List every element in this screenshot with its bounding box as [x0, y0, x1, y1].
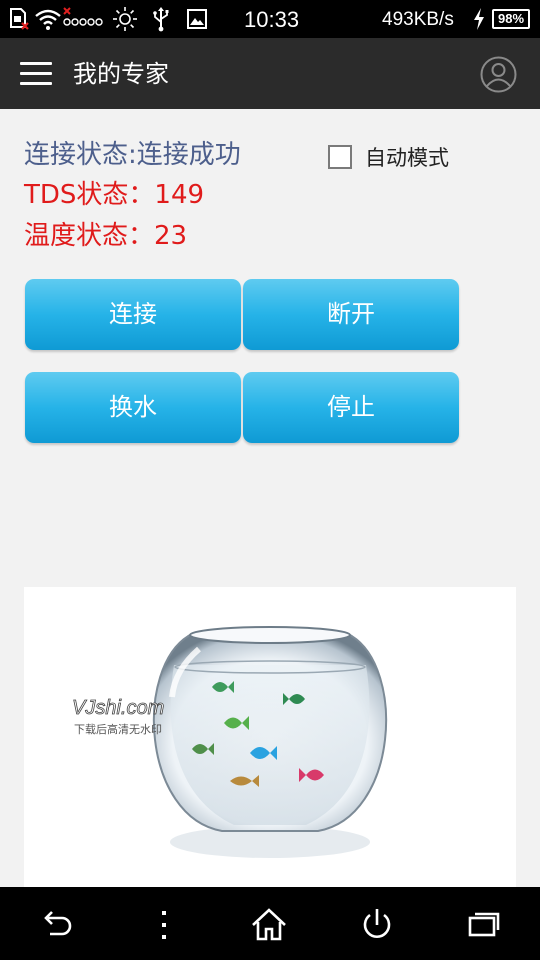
temperature-status: 温度状态：23 — [24, 221, 188, 251]
power-icon[interactable] — [357, 905, 397, 945]
connection-status: 连接状态:连接成功 — [24, 140, 241, 170]
home-icon[interactable] — [249, 905, 289, 945]
stop-button[interactable]: 停止 — [243, 372, 459, 443]
user-profile-icon[interactable] — [480, 56, 517, 93]
signal-none-icon — [62, 6, 106, 32]
menu-dots-icon[interactable] — [144, 905, 184, 945]
brightness-icon — [112, 6, 138, 32]
watermark-brand: VJshi.com — [72, 697, 164, 719]
charging-icon — [472, 6, 486, 32]
auto-mode-label: 自动模式 — [365, 146, 449, 170]
auto-mode-checkbox[interactable] — [328, 145, 352, 169]
status-time: 10:33 — [244, 7, 300, 32]
connect-button[interactable]: 连接 — [25, 279, 241, 350]
auto-mode-toggle[interactable]: 自动模式 — [328, 144, 449, 170]
disconnect-button[interactable]: 断开 — [243, 279, 459, 350]
usb-icon — [152, 6, 170, 32]
sd-card-error-icon — [8, 6, 30, 32]
network-speed: 493KB/s — [382, 9, 454, 30]
app-title: 我的专家 — [73, 60, 169, 88]
change-water-button[interactable]: 换水 — [25, 372, 241, 443]
main-content: 连接状态:连接成功 TDS状态：149 温度状态：23 自动模式 连接 断开 换… — [0, 109, 540, 887]
image-icon — [186, 6, 208, 32]
watermark-note: 下载后高清无水印 — [74, 722, 162, 736]
recent-apps-icon[interactable] — [464, 905, 504, 945]
tds-status: TDS状态：149 — [24, 180, 205, 210]
battery-icon: 98% — [492, 9, 530, 29]
hamburger-menu-icon[interactable] — [20, 62, 52, 86]
wifi-icon — [34, 6, 62, 32]
navigation-bar — [0, 887, 540, 960]
status-bar: 10:33 493KB/s 98% — [0, 0, 540, 38]
app-bar: 我的专家 — [0, 38, 540, 109]
fishbowl-image: VJshi.com 下载后高清无水印 — [24, 587, 516, 887]
back-icon[interactable] — [36, 905, 76, 945]
